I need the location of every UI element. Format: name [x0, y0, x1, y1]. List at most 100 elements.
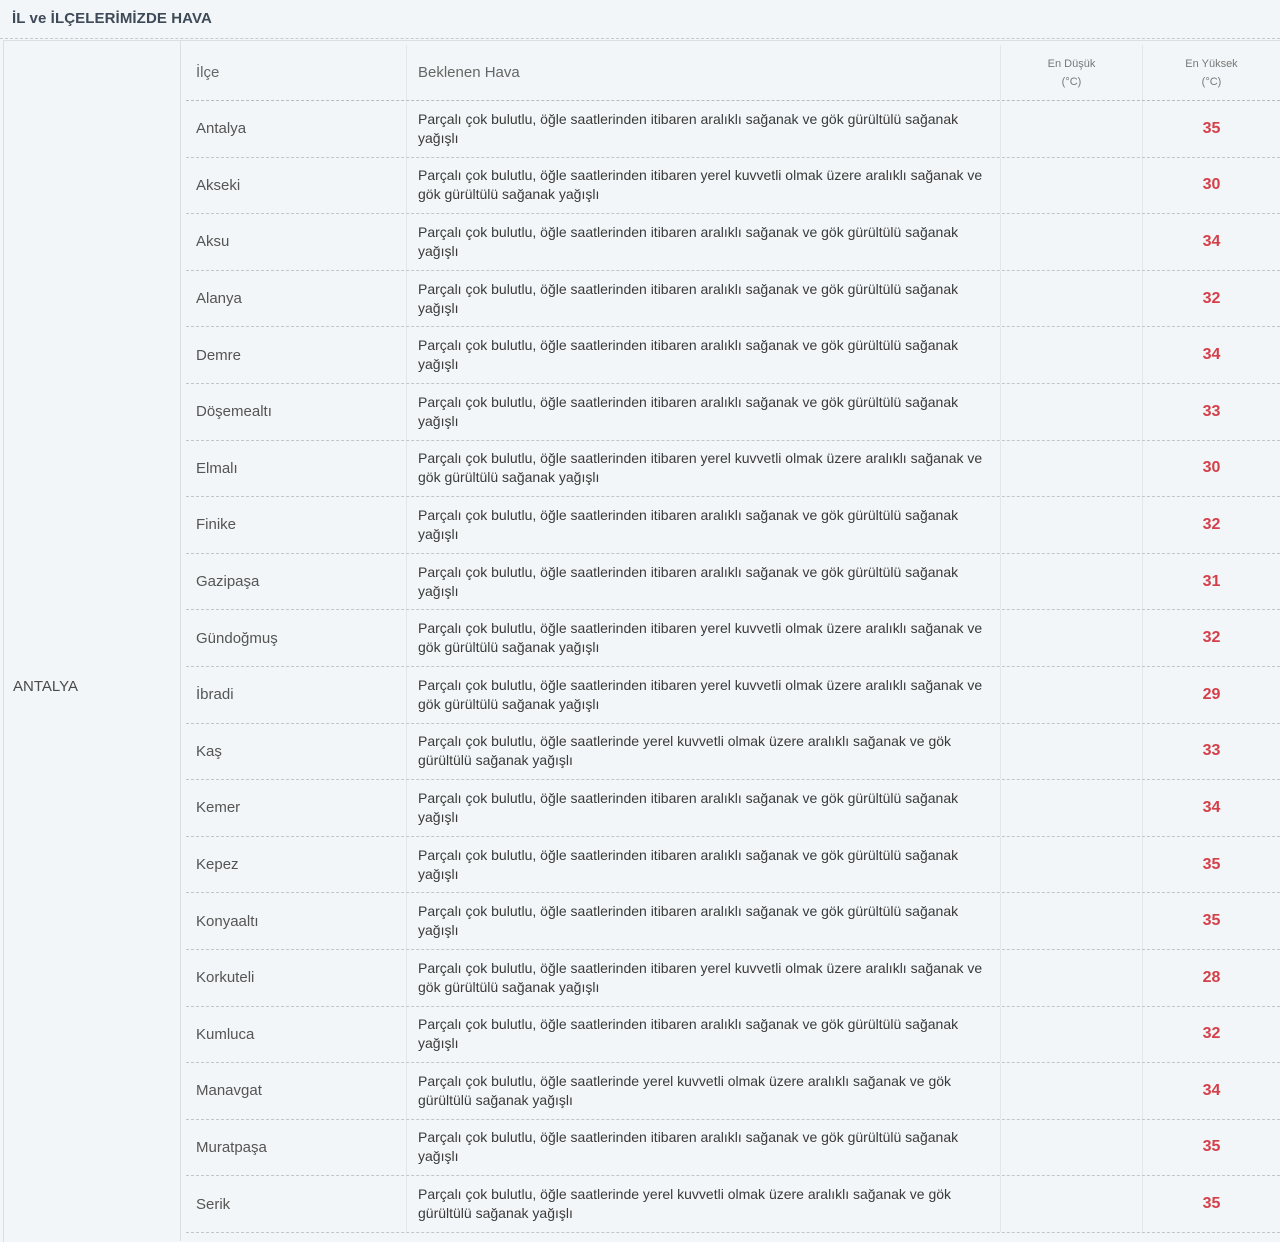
ilce-cell: İbradi	[196, 686, 234, 704]
section-title: İL ve İLÇELERİMİZDE HAVA	[12, 10, 212, 27]
city-name: ANTALYA	[13, 678, 79, 695]
ilce-cell: Döşemealtı	[196, 403, 272, 421]
header-en-yuksek-unit: (°C)	[1201, 75, 1222, 88]
table-row: Konyaaltı Parçalı çok bulutlu, öğle saatl…	[186, 893, 1280, 950]
max-temp-cell: 34	[1142, 327, 1280, 383]
max-temp-cell: 35	[1142, 101, 1280, 157]
table-body: Antalya Parçalı çok bulutlu, öğle saatler…	[186, 101, 1280, 1233]
ilce-cell: Gazipaşa	[196, 573, 260, 591]
min-temp-cell	[1000, 1063, 1142, 1119]
table-row: İbradi Parçalı çok bulutlu, öğle saatleri…	[186, 666, 1280, 724]
table-row: Kemer Parçalı çok bulutlu, öğle saatlerin…	[186, 780, 1280, 837]
ilce-cell: Demre	[196, 346, 242, 364]
table-row: Muratpaşa Parçalı çok bulutlu, öğle saatl…	[186, 1119, 1280, 1177]
forecast-cell: Parçalı çok bulutlu, öğle saatlerinden i…	[406, 270, 1000, 327]
ilce-cell: Alanya	[196, 290, 242, 308]
min-temp-cell	[1000, 553, 1142, 610]
ilce-cell: Finike	[196, 516, 237, 534]
table-row: Manavgat Parçalı çok bulutlu, öğle saatle…	[186, 1063, 1280, 1120]
max-temp-cell: 31	[1142, 553, 1280, 610]
weather-table: İlçe Beklenen Hava En Düşük (°C) En Yüks…	[186, 45, 1280, 1233]
max-temp-cell: 35	[1142, 1176, 1280, 1232]
forecast-cell: Parçalı çok bulutlu, öğle saatlerinden i…	[406, 553, 1000, 610]
min-temp-cell	[1000, 157, 1142, 214]
ilce-cell: Kumluca	[196, 1025, 255, 1043]
forecast-cell: Parçalı çok bulutlu, öğle saatlerinden i…	[406, 949, 1000, 1006]
forecast-cell: Parçalı çok bulutlu, öğle saatlerinden i…	[406, 383, 1000, 440]
max-temp-cell: 35	[1142, 836, 1280, 893]
header-en-dusuk: En Düşük (°C)	[1000, 45, 1142, 100]
forecast-cell: Parçalı çok bulutlu, öğle saatlerinden i…	[406, 666, 1000, 723]
max-temp-cell: 29	[1142, 666, 1280, 723]
min-temp-cell	[1000, 1006, 1142, 1063]
forecast-cell: Parçalı çok bulutlu, öğle saatlerinden i…	[406, 327, 1000, 383]
ilce-cell: Elmalı	[196, 459, 238, 477]
min-temp-cell	[1000, 780, 1142, 836]
forecast-cell: Parçalı çok bulutlu, öğle saatlerinden i…	[406, 836, 1000, 893]
ilce-cell: Aksu	[196, 233, 230, 251]
table-row: Elmalı Parçalı çok bulutlu, öğle saatleri…	[186, 440, 1280, 498]
header-beklenen-hava: Beklenen Hava	[406, 45, 1000, 100]
forecast-cell: Parçalı çok bulutlu, öğle saatlerinden i…	[406, 214, 1000, 270]
min-temp-cell	[1000, 836, 1142, 893]
min-temp-cell	[1000, 497, 1142, 553]
max-temp-cell: 30	[1142, 440, 1280, 497]
max-temp-cell: 32	[1142, 497, 1280, 553]
min-temp-cell	[1000, 101, 1142, 157]
header-en-dusuk-label: En Düşük	[1047, 57, 1096, 70]
ilce-cell: Antalya	[196, 120, 247, 138]
table-row: Finike Parçalı çok bulutlu, öğle saatleri…	[186, 497, 1280, 554]
forecast-cell: Parçalı çok bulutlu, öğle saatlerinden i…	[406, 610, 1000, 666]
min-temp-cell	[1000, 949, 1142, 1006]
ilce-cell: Korkuteli	[196, 969, 255, 987]
min-temp-cell	[1000, 723, 1142, 780]
forecast-cell: Parçalı çok bulutlu, öğle saatlerinden i…	[406, 893, 1000, 949]
min-temp-cell	[1000, 1176, 1142, 1232]
table-row: Kepez Parçalı çok bulutlu, öğle saatlerin…	[186, 836, 1280, 894]
min-temp-cell	[1000, 214, 1142, 270]
max-temp-cell: 32	[1142, 1006, 1280, 1063]
max-temp-cell: 32	[1142, 270, 1280, 327]
table-row: Alanya Parçalı çok bulutlu, öğle saatleri…	[186, 270, 1280, 328]
ilce-cell: Konyaaltı	[196, 912, 259, 930]
city-column: ANTALYA	[3, 40, 181, 1241]
max-temp-cell: 33	[1142, 723, 1280, 780]
ilce-cell: Gündoğmuş	[196, 629, 278, 647]
table-row: Kumluca Parçalı çok bulutlu, öğle saatler…	[186, 1006, 1280, 1064]
min-temp-cell	[1000, 610, 1142, 666]
forecast-cell: Parçalı çok bulutlu, öğle saatlerinden i…	[406, 780, 1000, 836]
table-row: Aksu Parçalı çok bulutlu, öğle saatlerind…	[186, 214, 1280, 271]
max-temp-cell: 35	[1142, 1119, 1280, 1176]
max-temp-cell: 34	[1142, 214, 1280, 270]
min-temp-cell	[1000, 383, 1142, 440]
table-row: Gazipaşa Parçalı çok bulutlu, öğle saatle…	[186, 553, 1280, 611]
ilce-cell: Kemer	[196, 799, 241, 817]
header-en-yuksek: En Yüksek (°C)	[1142, 45, 1280, 100]
forecast-cell: Parçalı çok bulutlu, öğle saatlerinden i…	[406, 101, 1000, 157]
table-row: Kaş Parçalı çok bulutlu, öğle saatlerinde…	[186, 723, 1280, 781]
table-row: Antalya Parçalı çok bulutlu, öğle saatler…	[186, 101, 1280, 158]
min-temp-cell	[1000, 893, 1142, 949]
table-row: Döşemealtı Parçalı çok bulutlu, öğle saat…	[186, 383, 1280, 441]
min-temp-cell	[1000, 440, 1142, 497]
max-temp-cell: 34	[1142, 1063, 1280, 1119]
ilce-cell: Muratpaşa	[196, 1138, 267, 1156]
min-temp-cell	[1000, 1119, 1142, 1176]
min-temp-cell	[1000, 327, 1142, 383]
section-header: İL ve İLÇELERİMİZDE HAVA	[0, 0, 1280, 39]
forecast-cell: Parçalı çok bulutlu, öğle saatlerinde ye…	[406, 1176, 1000, 1232]
header-en-dusuk-unit: (°C)	[1061, 75, 1082, 88]
forecast-cell: Parçalı çok bulutlu, öğle saatlerinden i…	[406, 1119, 1000, 1176]
ilce-cell: Manavgat	[196, 1082, 262, 1100]
ilce-cell: Serik	[196, 1195, 231, 1213]
table-row: Akseki Parçalı çok bulutlu, öğle saatleri…	[186, 157, 1280, 215]
min-temp-cell	[1000, 666, 1142, 723]
table-row: Demre Parçalı çok bulutlu, öğle saatlerin…	[186, 327, 1280, 384]
forecast-cell: Parçalı çok bulutlu, öğle saatlerinden i…	[406, 440, 1000, 497]
max-temp-cell: 33	[1142, 383, 1280, 440]
header-ilce: İlçe	[196, 64, 220, 81]
forecast-cell: Parçalı çok bulutlu, öğle saatlerinden i…	[406, 157, 1000, 214]
ilce-cell: Akseki	[196, 176, 241, 194]
max-temp-cell: 32	[1142, 610, 1280, 666]
max-temp-cell: 30	[1142, 157, 1280, 214]
